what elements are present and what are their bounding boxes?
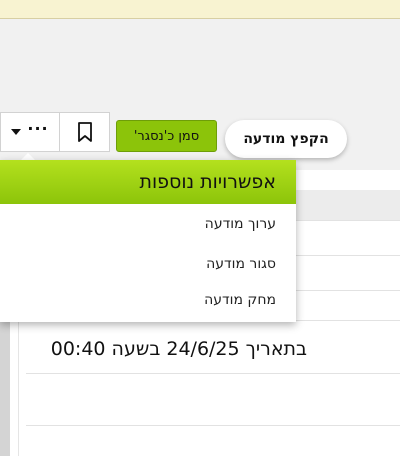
- menu-title: אפשרויות נוספות: [139, 171, 276, 193]
- bump-ad-label: הקפץ מודעה: [243, 131, 329, 147]
- bookmark-button[interactable]: [60, 112, 110, 152]
- menu-item-delete-ad[interactable]: מחק מודעה: [204, 292, 276, 308]
- ad-toolbar: ··· סמן כ'נסגר' הקפץ מודעה: [0, 112, 400, 158]
- mark-closed-label: סמן כ'נסגר': [133, 128, 200, 144]
- more-dots-icon: ···: [27, 119, 49, 138]
- bump-ad-button[interactable]: הקפץ מודעה: [225, 120, 347, 158]
- divider: [26, 425, 400, 426]
- top-bar-border: [0, 18, 400, 19]
- bookmark-icon: [77, 122, 92, 142]
- more-options-button[interactable]: ···: [0, 112, 60, 152]
- content-left-border: [18, 320, 19, 456]
- ad-timestamp: בתאריך 24/6/25 בשעה 00:40: [50, 338, 307, 360]
- menu-item-close-ad[interactable]: סגור מודעה: [206, 256, 276, 272]
- caret-down-icon: [11, 129, 22, 135]
- menu-header: אפשרויות נוספות: [0, 160, 296, 204]
- top-bar: [0, 0, 400, 19]
- divider: [26, 373, 400, 374]
- more-options-menu: אפשרויות נוספות ערוך מודעה סגור מודעה מח…: [0, 160, 296, 322]
- mark-closed-button[interactable]: סמן כ'נסגר': [116, 120, 217, 152]
- menu-item-edit-ad[interactable]: ערוך מודעה: [205, 216, 276, 232]
